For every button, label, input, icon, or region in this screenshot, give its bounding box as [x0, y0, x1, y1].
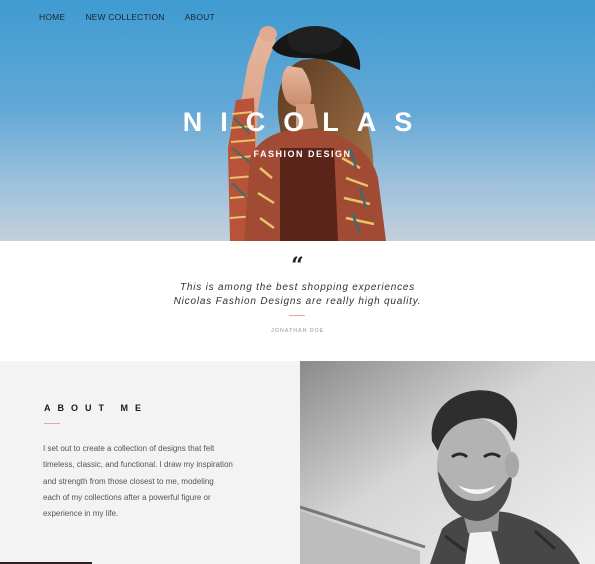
nav-item-home[interactable]: HOME [39, 12, 65, 22]
about-line-3: and strength from those closest to me, m… [43, 476, 214, 486]
hero-title: NICOLAS [182, 107, 431, 137]
about-title: ABOUT ME [44, 403, 148, 413]
testimonial-quote: This is among the best shopping experien… [0, 281, 595, 309]
quote-line-2: Nicolas Fashion Designs are really high … [173, 296, 422, 307]
hero-section: HOME NEW COLLECTION ABOUT NICOLAS FASHIO… [0, 0, 595, 241]
about-line-5: experience in my life. [43, 509, 119, 519]
quote-divider [289, 315, 305, 316]
about-divider [44, 423, 60, 424]
quote-line-1: This is among the best shopping experien… [179, 282, 416, 293]
testimonial-author: JONATHAN DOE [270, 328, 325, 334]
about-line-2: timeless, classic, and functional. I dra… [43, 460, 233, 470]
quote-icon: “ [291, 253, 304, 279]
designer-portrait [300, 361, 595, 564]
about-section: ABOUT ME I set out to create a collectio… [0, 361, 300, 564]
testimonial-section: “ This is among the best shopping experi… [0, 241, 595, 361]
nav-item-new-collection[interactable]: NEW COLLECTION [85, 12, 164, 22]
about-line-1: I set out to create a collection of desi… [43, 444, 215, 453]
about-text: I set out to create a collection of desi… [43, 441, 258, 522]
portrait-photo [300, 361, 595, 564]
main-nav: HOME NEW COLLECTION ABOUT [39, 12, 235, 22]
about-line-4: each of my collections after a powerful … [43, 492, 211, 502]
nav-item-about[interactable]: ABOUT [185, 12, 215, 22]
hero-subtitle: FASHION DESIGN [253, 149, 352, 159]
